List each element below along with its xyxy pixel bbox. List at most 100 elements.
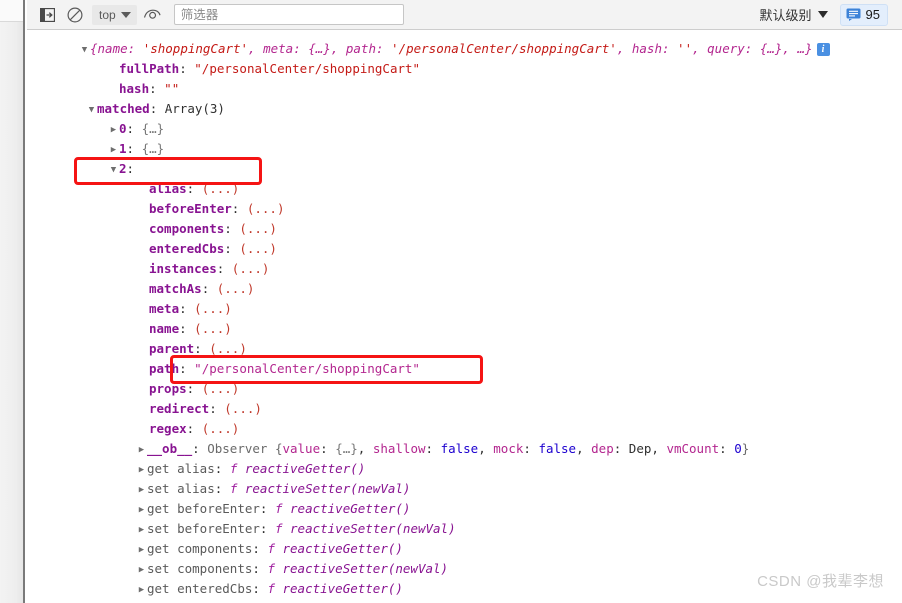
property-row-redirect: redirect: (...) [27, 399, 902, 419]
array-sep: : [126, 121, 142, 136]
disclosure-triangle-collapsed-icon[interactable]: ▶ [136, 460, 147, 480]
property-row-hash: hash: "" [27, 79, 902, 99]
array-item-1[interactable]: ▶ 1: {…} [27, 139, 902, 159]
accessor-row-set-alias[interactable]: ▶ set alias: f reactiveSetter(newVal) [27, 479, 902, 499]
property-row-components: components: (...) [27, 219, 902, 239]
accessor-name: beforeEnter [177, 501, 260, 516]
field-name: dep [591, 441, 614, 456]
property-value[interactable]: (...) [224, 401, 262, 416]
log-entry-root[interactable]: ▼ {name: 'shoppingCart', meta: {…}, path:… [27, 39, 902, 59]
property-row-name: name: (...) [27, 319, 902, 339]
property-key: instances [149, 261, 217, 276]
property-key: alias [149, 181, 187, 196]
accessor-row-get-alias[interactable]: ▶ get alias: f reactiveGetter() [27, 459, 902, 479]
disclosure-triangle-expanded-icon[interactable]: ▼ [86, 100, 97, 120]
accessor-row-get-beforeEnter[interactable]: ▶ get beforeEnter: f reactiveGetter() [27, 499, 902, 519]
property-key: meta [149, 301, 180, 316]
property-value[interactable]: (...) [217, 281, 255, 296]
clear-console-icon[interactable] [63, 4, 87, 26]
accessor-kind: set [147, 521, 178, 536]
property-value[interactable]: (...) [194, 321, 232, 336]
property-value-highlighted: "/personalCenter/shoppingCart" [194, 361, 420, 376]
property-sep: : [179, 301, 195, 316]
disclosure-triangle-collapsed-icon[interactable]: ▶ [136, 500, 147, 520]
accessor-name: enteredCbs [177, 581, 253, 596]
property-row-matched[interactable]: ▼ matched: Array(3) [27, 99, 902, 119]
execution-context-select[interactable]: top [92, 4, 137, 25]
disclosure-triangle-expanded-icon[interactable]: ▼ [79, 40, 90, 60]
field-name: value [282, 441, 321, 456]
property-key: path [149, 361, 180, 376]
property-sep: : [216, 261, 232, 276]
array-item-2[interactable]: ▼ 2: [27, 159, 902, 179]
accessor-sep: : [252, 541, 268, 556]
accessor-row-get-components[interactable]: ▶ get components: f reactiveGetter() [27, 539, 902, 559]
array-index: 0 [119, 121, 127, 136]
brace-close: } [741, 441, 750, 456]
left-gutter [0, 0, 25, 603]
property-sep: : [186, 181, 202, 196]
property-sep: : [186, 421, 202, 436]
chevron-down-icon [817, 11, 828, 18]
property-key: name [149, 321, 180, 336]
filter-placeholder: 筛选器 [180, 7, 219, 22]
accessor-function: reactiveGetter() [282, 581, 403, 596]
disclosure-triangle-collapsed-icon[interactable]: ▶ [108, 140, 119, 160]
property-row-regex: regex: (...) [27, 419, 902, 439]
disclosure-triangle-expanded-icon[interactable]: ▼ [108, 160, 119, 180]
log-level-select[interactable]: 默认级别 [756, 4, 832, 26]
disclosure-triangle-collapsed-icon[interactable]: ▶ [136, 480, 147, 500]
array-item-0[interactable]: ▶ 0: {…} [27, 119, 902, 139]
panel-toggle-icon[interactable] [35, 4, 59, 26]
property-sep: : [201, 281, 217, 296]
property-sep: : [149, 81, 165, 96]
info-badge-icon[interactable]: i [816, 43, 830, 56]
property-value[interactable]: (...) [202, 421, 240, 436]
array-index: 1 [119, 141, 127, 156]
field-value: false [538, 441, 577, 456]
property-row-observer[interactable]: ▶ __ob__: Observer {value: {…}, shallow: … [27, 439, 902, 459]
property-value[interactable]: (...) [239, 221, 277, 236]
function-symbol: f [229, 461, 245, 476]
property-value[interactable]: (...) [209, 341, 247, 356]
disclosure-triangle-collapsed-icon[interactable]: ▶ [136, 440, 147, 460]
property-value[interactable]: (...) [202, 181, 240, 196]
disclosure-triangle-collapsed-icon[interactable]: ▶ [136, 520, 147, 540]
function-symbol: f [274, 521, 291, 536]
accessor-function: reactiveGetter() [282, 541, 403, 556]
property-value[interactable]: (...) [239, 241, 277, 256]
live-expression-eye-icon[interactable] [140, 4, 164, 26]
accessor-function: reactiveGetter() [244, 461, 366, 476]
accessor-kind: get [147, 461, 178, 476]
array-value: {…} [141, 121, 165, 136]
array-sep: : [126, 141, 142, 156]
console-toolbar: top 筛选器 默认级别 95 [27, 0, 902, 30]
property-value[interactable]: (...) [247, 201, 285, 216]
clear-console-glyph [67, 6, 83, 23]
chevron-down-icon [120, 11, 131, 18]
function-symbol: f [267, 561, 283, 576]
message-count-badge[interactable]: 95 [839, 3, 888, 26]
property-key: regex [149, 421, 187, 436]
property-value[interactable]: (...) [232, 261, 270, 276]
field-name: shallow [372, 441, 426, 456]
property-value[interactable]: (...) [202, 381, 240, 396]
accessor-row-set-beforeEnter[interactable]: ▶ set beforeEnter: f reactiveSetter(newVa… [27, 519, 902, 539]
disclosure-triangle-collapsed-icon[interactable]: ▶ [136, 540, 147, 560]
field-sep: : [613, 441, 629, 456]
gutter-nub [0, 0, 23, 22]
disclosure-triangle-collapsed-icon[interactable]: ▶ [108, 120, 119, 140]
field-value: {…} [335, 441, 358, 456]
accessor-function: reactiveSetter(newVal) [282, 561, 449, 576]
property-value[interactable]: (...) [194, 301, 232, 316]
property-sep: : [192, 441, 208, 456]
item2-property-list: alias: (...) beforeEnter: (...) componen… [27, 179, 902, 439]
property-sep: : [209, 401, 225, 416]
message-count: 95 [865, 7, 880, 22]
accessor-sep: : [214, 461, 230, 476]
filter-input[interactable]: 筛选器 [173, 4, 404, 25]
disclosure-triangle-collapsed-icon[interactable]: ▶ [136, 560, 147, 580]
property-row-instances: instances: (...) [27, 259, 902, 279]
disclosure-triangle-collapsed-icon[interactable]: ▶ [136, 580, 147, 600]
property-value: "" [164, 81, 180, 96]
